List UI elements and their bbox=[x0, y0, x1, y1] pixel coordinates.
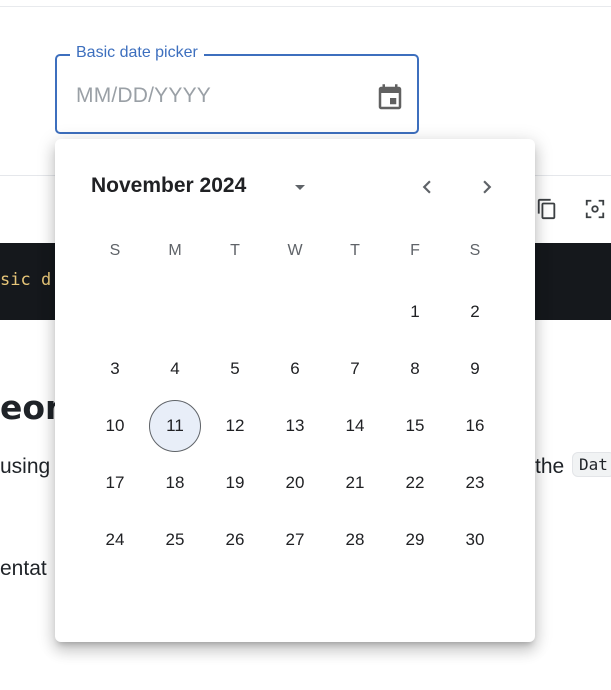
inline-code: Dat bbox=[572, 452, 611, 477]
day-cell[interactable]: 25 bbox=[149, 514, 201, 566]
date-input[interactable]: MM/DD/YYYY bbox=[76, 84, 211, 108]
day-cell[interactable]: 29 bbox=[389, 514, 441, 566]
day-cell[interactable]: 20 bbox=[269, 457, 321, 509]
day-cell-today[interactable]: 11 bbox=[149, 400, 201, 452]
day-cell[interactable]: 7 bbox=[329, 343, 381, 395]
day-cell[interactable]: 16 bbox=[449, 400, 501, 452]
weekday-label: T bbox=[230, 242, 240, 259]
chevron-left-icon[interactable] bbox=[408, 168, 446, 206]
day-cell[interactable]: 23 bbox=[449, 457, 501, 509]
copy-icon[interactable] bbox=[534, 196, 560, 222]
day-cell[interactable]: 1 bbox=[389, 286, 441, 338]
day-cell[interactable]: 6 bbox=[269, 343, 321, 395]
day-cell[interactable]: 30 bbox=[449, 514, 501, 566]
day-cell[interactable]: 2 bbox=[449, 286, 501, 338]
weekday-label: M bbox=[168, 242, 182, 259]
day-cell[interactable]: 4 bbox=[149, 343, 201, 395]
weekday-label: W bbox=[287, 242, 303, 259]
day-cell[interactable]: 13 bbox=[269, 400, 321, 452]
day-cell[interactable]: 22 bbox=[389, 457, 441, 509]
top-divider bbox=[0, 6, 611, 7]
day-cell[interactable]: 28 bbox=[329, 514, 381, 566]
weekday-label: T bbox=[350, 242, 360, 259]
day-cell[interactable]: 19 bbox=[209, 457, 261, 509]
day-cell[interactable]: 5 bbox=[209, 343, 261, 395]
calendar-icon[interactable] bbox=[364, 72, 416, 124]
weekday-label: F bbox=[410, 242, 420, 259]
code-snippet: sic d bbox=[0, 270, 52, 290]
day-cell[interactable]: 26 bbox=[209, 514, 261, 566]
day-cell[interactable]: 21 bbox=[329, 457, 381, 509]
day-cell[interactable]: 10 bbox=[89, 400, 141, 452]
day-cell[interactable]: 8 bbox=[389, 343, 441, 395]
paragraph-text-left: using bbox=[0, 455, 51, 478]
day-cell[interactable]: 24 bbox=[89, 514, 141, 566]
fullscreen-icon[interactable] bbox=[582, 196, 608, 222]
day-cell[interactable]: 27 bbox=[269, 514, 321, 566]
day-cell[interactable]: 15 bbox=[389, 400, 441, 452]
day-cell[interactable]: 18 bbox=[149, 457, 201, 509]
day-cell[interactable]: 3 bbox=[89, 343, 141, 395]
month-year-label[interactable]: November 2024 bbox=[91, 174, 246, 198]
arrow-drop-down-icon[interactable] bbox=[286, 174, 314, 200]
weekday-label: S bbox=[469, 242, 481, 259]
day-cell[interactable]: 14 bbox=[329, 400, 381, 452]
paragraph-text-right: the bbox=[535, 455, 565, 478]
day-cell[interactable]: 17 bbox=[89, 457, 141, 509]
weekday-label: S bbox=[109, 242, 121, 259]
day-cell[interactable]: 9 bbox=[449, 343, 501, 395]
paragraph-text-2: entat bbox=[0, 557, 47, 580]
day-cell[interactable]: 12 bbox=[209, 400, 261, 452]
chevron-right-icon[interactable] bbox=[468, 168, 506, 206]
date-field-label: Basic date picker bbox=[70, 43, 204, 63]
